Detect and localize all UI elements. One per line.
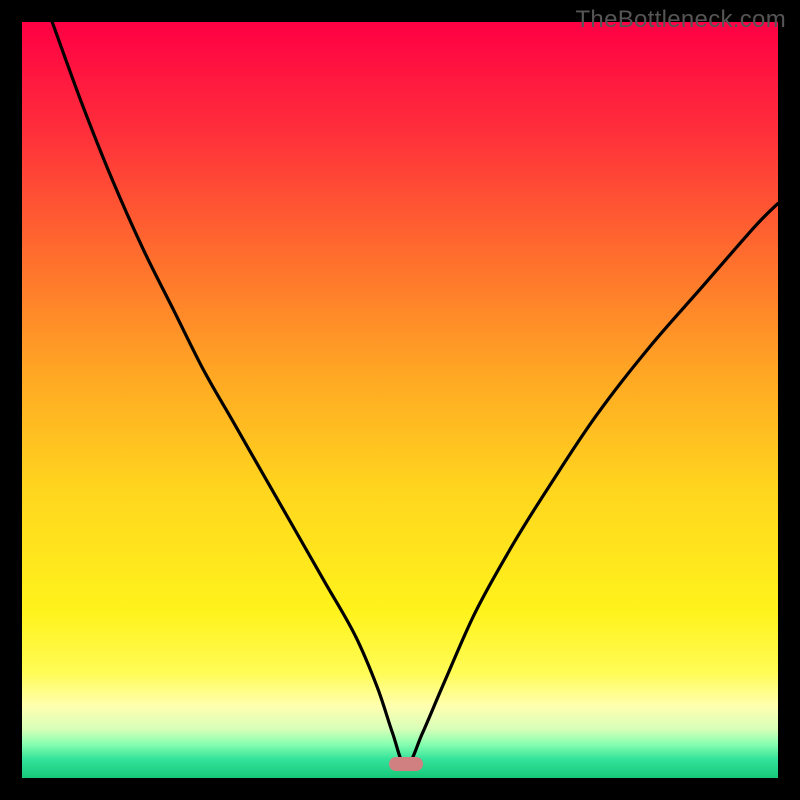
watermark-text: TheBottleneck.com bbox=[575, 6, 786, 34]
bottleneck-curve bbox=[22, 22, 778, 778]
optimal-marker bbox=[389, 757, 423, 771]
chart-stage: TheBottleneck.com bbox=[0, 0, 800, 800]
plot-area bbox=[22, 22, 778, 778]
